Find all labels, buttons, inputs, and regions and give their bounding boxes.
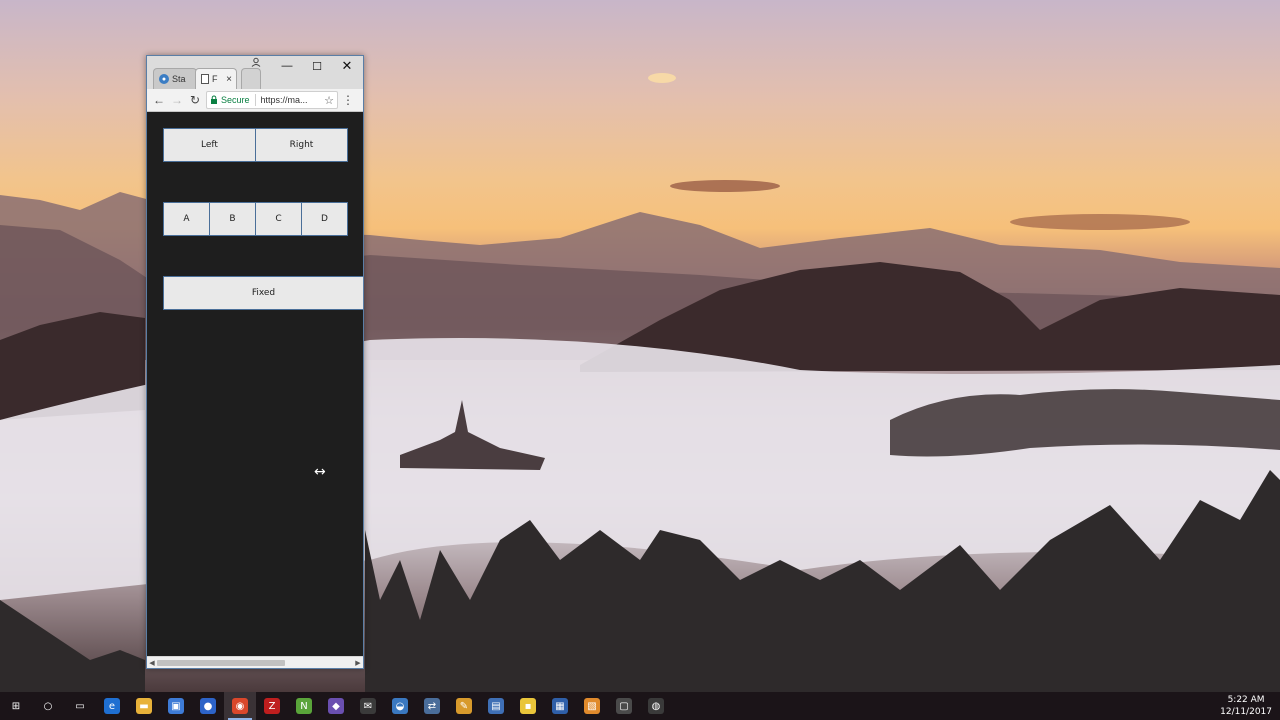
a-button[interactable]: A: [163, 202, 210, 236]
tab-label: F: [212, 74, 218, 84]
taskbar-item[interactable]: ⇄: [416, 692, 448, 720]
taskbar-item[interactable]: ▭: [64, 692, 96, 720]
filezilla-icon: Z: [264, 698, 280, 714]
app-icon-2: ✎: [456, 698, 472, 714]
taskbar-item[interactable]: ▦: [544, 692, 576, 720]
taskbar-item[interactable]: ▤: [480, 692, 512, 720]
new-tab-button[interactable]: [241, 68, 261, 89]
scroll-right-icon[interactable]: ▶: [353, 657, 363, 668]
tab-current[interactable]: F ×: [195, 68, 237, 89]
app-icon-1: ◒: [392, 698, 408, 714]
store-icon: ▣: [168, 698, 184, 714]
back-icon[interactable]: ←: [150, 91, 168, 109]
tab-stackoverflow[interactable]: ● Sta: [153, 68, 197, 89]
search-icon: ○: [40, 698, 56, 714]
file-explorer-icon: ▬: [136, 698, 152, 714]
tab-close-icon[interactable]: ×: [226, 74, 232, 85]
stackoverflow-favicon-icon: ●: [159, 74, 169, 84]
reload-icon[interactable]: ↻: [186, 91, 204, 109]
app-icon-5: ▢: [616, 698, 632, 714]
app-icon-4: ▧: [584, 698, 600, 714]
scrollbar-thumb[interactable]: [157, 660, 285, 666]
profile-icon[interactable]: [251, 57, 261, 67]
taskbar-item[interactable]: ◒: [384, 692, 416, 720]
secure-label: Secure: [221, 95, 250, 105]
taskbar-item[interactable]: ▧: [576, 692, 608, 720]
taskbar-item[interactable]: ✉: [352, 692, 384, 720]
taskbar-item[interactable]: ●: [192, 692, 224, 720]
vs-icon: ◆: [328, 698, 344, 714]
system-clock[interactable]: 5:22 AM 12/11/2017: [1220, 694, 1272, 718]
maximize-button[interactable]: ☐: [303, 58, 331, 74]
b-button[interactable]: B: [209, 202, 256, 236]
d-button[interactable]: D: [301, 202, 348, 236]
right-button[interactable]: Right: [255, 128, 348, 162]
close-button[interactable]: ✕: [333, 58, 361, 74]
left-button[interactable]: Left: [163, 128, 256, 162]
menu-icon[interactable]: ⋮: [341, 91, 355, 109]
scroll-left-icon[interactable]: ◀: [147, 657, 157, 668]
task-view-icon: ▭: [72, 698, 88, 714]
clock-date: 12/11/2017: [1220, 707, 1272, 717]
clock-time: 5:22 AM: [1227, 695, 1265, 705]
resize-cursor-icon: ↔: [314, 464, 326, 480]
horizontal-scrollbar[interactable]: ◀ ▶: [147, 656, 363, 668]
mail-icon: ✉: [360, 698, 376, 714]
sticky-notes-icon: ▪: [520, 698, 536, 714]
taskbar-item[interactable]: ▬: [128, 692, 160, 720]
start-icon: ⊞: [8, 698, 24, 714]
lock-icon: [211, 95, 217, 104]
app-icon-6: ◍: [648, 698, 664, 714]
minimize-button[interactable]: —: [273, 58, 301, 74]
browser-toolbar: ← → ↻ Secure https://ma... ☆ ⋮: [147, 89, 363, 112]
notepadpp-icon: N: [296, 698, 312, 714]
taskbar-item[interactable]: ▢: [608, 692, 640, 720]
c-button[interactable]: C: [255, 202, 302, 236]
taskbar-item[interactable]: ◍: [640, 692, 672, 720]
page-viewport: Left Right A B C D Fixed ↔: [147, 112, 363, 657]
document-icon: ▤: [488, 698, 504, 714]
browser-window: ● Sta F × — ☐ ✕ ← → ↻ Secure https://ma.…: [146, 55, 364, 669]
taskbar-item[interactable]: ✎: [448, 692, 480, 720]
chrome-icon: ◉: [232, 698, 248, 714]
address-bar[interactable]: Secure https://ma... ☆: [206, 91, 338, 109]
taskbar-item[interactable]: ⊞: [0, 692, 32, 720]
taskbar-item[interactable]: ▪: [512, 692, 544, 720]
network-icon: ⇄: [424, 698, 440, 714]
taskbar-item[interactable]: N: [288, 692, 320, 720]
app-icon-3: ▦: [552, 698, 568, 714]
firefox-icon: ●: [200, 698, 216, 714]
taskbar-item[interactable]: ○: [32, 692, 64, 720]
url-text[interactable]: https://ma...: [261, 95, 313, 105]
bookmark-star-icon[interactable]: ☆: [324, 94, 334, 107]
taskbar-item[interactable]: ◆: [320, 692, 352, 720]
tab-label: Sta: [172, 74, 186, 84]
edge-icon: e: [104, 698, 120, 714]
address-divider: [254, 94, 256, 106]
taskbar: ⊞ ○ ▭ e ▬ ▣ ● ◉ Z N ◆ ✉ ◒ ⇄ ✎ ▤ ▪ ▦ ▧ ▢ ◍ 5:22 AM 12/11/2017: [0, 692, 1280, 720]
page-favicon-icon: [201, 74, 209, 84]
fixed-button[interactable]: Fixed: [163, 276, 363, 310]
taskbar-item[interactable]: Z: [256, 692, 288, 720]
taskbar-item[interactable]: e: [96, 692, 128, 720]
forward-icon[interactable]: →: [168, 91, 186, 109]
taskbar-item[interactable]: ▣: [160, 692, 192, 720]
taskbar-item[interactable]: ◉: [224, 692, 256, 720]
browser-titlebar: ● Sta F × — ☐ ✕: [147, 56, 363, 89]
